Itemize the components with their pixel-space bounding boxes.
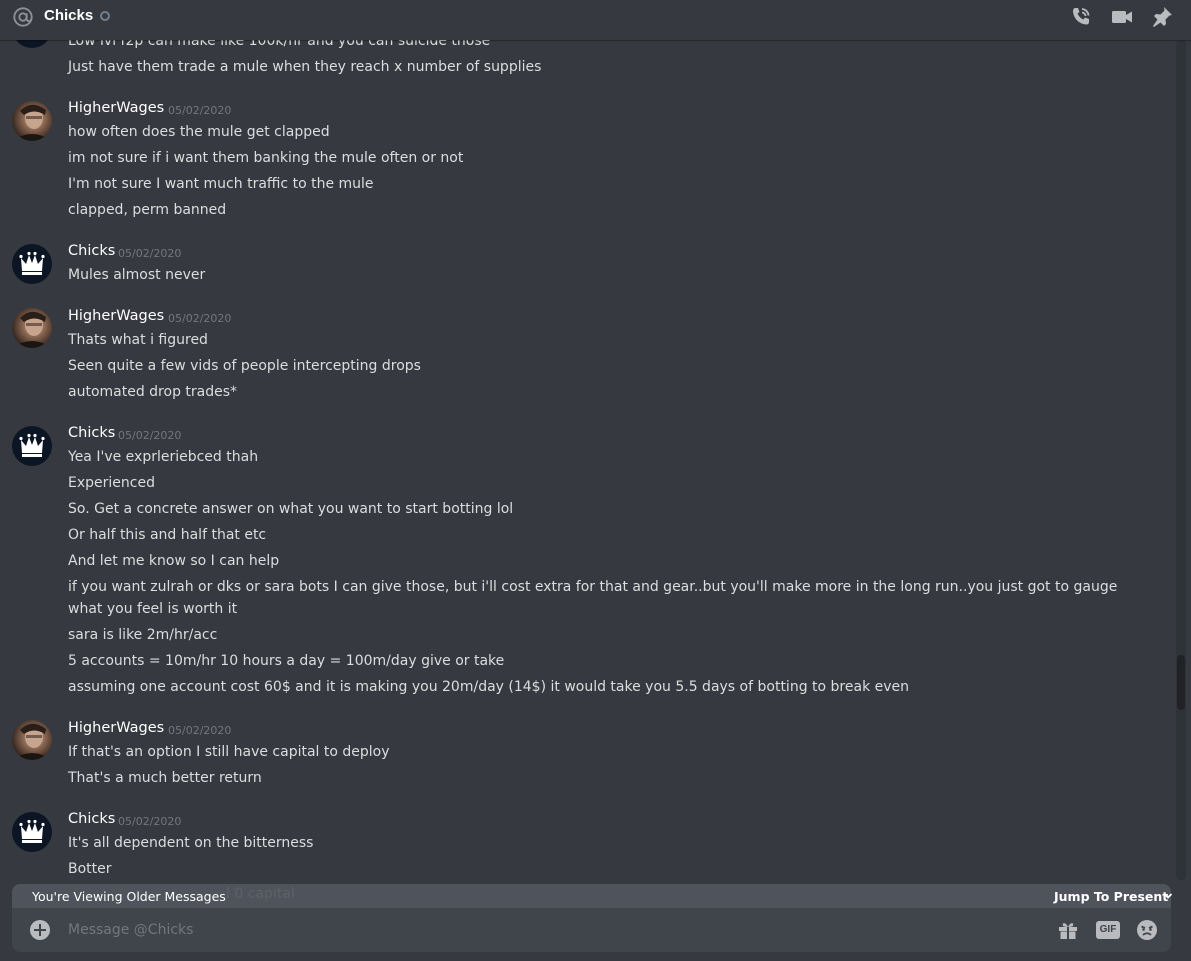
add-icon[interactable] [30,920,50,940]
message-timestamp: 05/02/2020 [168,724,232,737]
older-messages-label: You're Viewing Older Messages [32,889,226,904]
avatar[interactable] [12,308,52,348]
avatar[interactable] [12,720,52,760]
message-composer: GIF [12,908,1171,952]
channel-title: Chicks [44,7,94,24]
message-text: Yea I've exprleriebced thah [68,449,259,465]
at-icon [13,7,33,27]
message-timestamp: 05/02/2020 [118,247,182,260]
message-text: assuming one account cost 60$ and it is … [68,679,910,695]
phone-call-icon[interactable] [1069,5,1093,29]
message-text: So. Get a concrete answer on what you wa… [68,501,514,517]
older-messages-bar: l 0 capital You're Viewing Older Message… [12,884,1174,908]
hidden-message-text: l 0 capital [226,886,295,902]
message-text: if you want zulrah or dks or sara bots I… [68,579,1118,617]
avatar[interactable] [12,812,52,852]
pin-icon[interactable] [1150,5,1174,29]
message-timestamp: 05/02/2020 [168,104,232,117]
message-timestamp: 05/02/2020 [168,312,232,325]
avatar[interactable] [12,40,52,48]
message-text: Thats what i figured [68,332,208,348]
message-author[interactable]: Chicks [68,243,115,259]
gif-icon[interactable]: GIF [1096,921,1120,939]
message-list[interactable]: Low lvl f2p can make like 100k/hr and yo… [0,40,1176,884]
message-author[interactable]: HigherWages [68,100,164,116]
message-text: 5 accounts = 10m/hr 10 hours a day = 100… [68,653,505,669]
message-author[interactable]: Chicks [68,811,115,827]
message-text: Just have them trade a mule when they re… [68,59,542,75]
message-text: sara is like 2m/hr/acc [68,627,218,643]
message-text: im not sure if i want them banking the m… [68,150,464,166]
message-author[interactable]: HigherWages [68,720,164,736]
message-text: If that's an option I still have capital… [68,744,390,760]
message-text: clapped, perm banned [68,202,227,218]
message-text: Mules almost never [68,267,206,283]
emoji-icon[interactable] [1135,918,1159,942]
message-text: I'm not sure I want much traffic to the … [68,176,374,192]
jump-to-present-button[interactable]: Jump To Present [1054,889,1168,904]
message-author[interactable]: HigherWages [68,308,164,324]
message-text: Experienced [68,475,155,491]
message-text: how often does the mule get clapped [68,124,330,140]
avatar[interactable] [12,101,52,141]
message-text: Low lvl f2p can make like 100k/hr and yo… [68,40,491,49]
message-timestamp: 05/02/2020 [118,429,182,442]
avatar[interactable] [12,426,52,466]
message-text: Seen quite a few vids of people intercep… [68,358,421,374]
avatar[interactable] [12,244,52,284]
message-text: That's a much better return [68,770,262,786]
status-idle-icon [100,11,110,21]
chevron-down-icon[interactable] [1162,890,1174,902]
message-input[interactable] [68,918,1028,942]
message-text: Botter [68,861,112,877]
video-call-icon[interactable] [1110,5,1134,29]
scrollbar-thumb[interactable] [1177,655,1185,710]
message-timestamp: 05/02/2020 [118,815,182,828]
gift-icon[interactable] [1056,918,1080,942]
message-text: automated drop trades* [68,384,238,400]
message-author[interactable]: Chicks [68,425,115,441]
scrollbar-track[interactable] [1176,40,1186,880]
message-text: It's all dependent on the bitterness [68,835,314,851]
message-text: And let me know so I can help [68,553,280,569]
channel-header: Chicks [0,0,1191,40]
message-text: Or half this and half that etc [68,527,267,543]
